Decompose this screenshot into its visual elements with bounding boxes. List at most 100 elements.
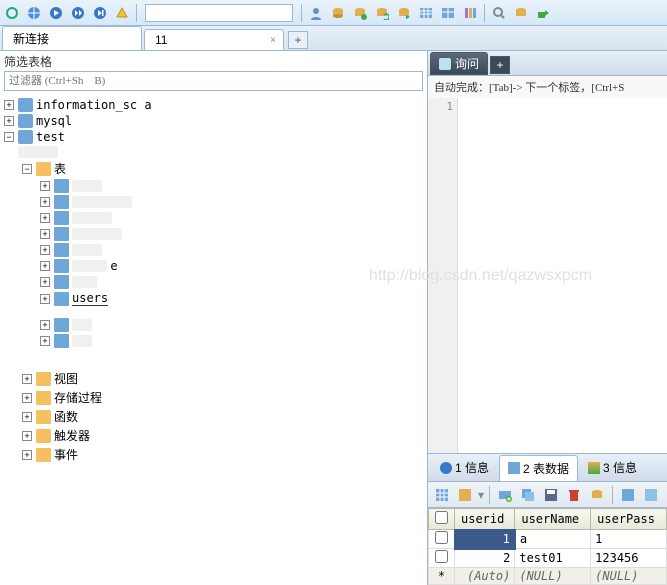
cell-username[interactable]: test01	[515, 549, 591, 568]
expand-icon[interactable]: +	[22, 431, 32, 441]
cell-userid[interactable]: 2	[455, 549, 515, 568]
delete-icon[interactable]	[564, 485, 584, 505]
columns-icon[interactable]	[460, 3, 480, 23]
tab-add-button[interactable]: +	[288, 31, 308, 49]
expand-icon[interactable]: +	[40, 197, 50, 207]
expand-icon[interactable]: +	[40, 336, 50, 346]
tree-folder-procs[interactable]: +存储过程	[0, 388, 427, 407]
table2-icon[interactable]	[438, 3, 458, 23]
fastforward-icon[interactable]	[68, 3, 88, 23]
expand-icon[interactable]: +	[22, 393, 32, 403]
cell-username[interactable]: (NULL)	[515, 568, 591, 585]
warning-icon[interactable]	[112, 3, 132, 23]
expand-icon[interactable]: +	[40, 181, 50, 191]
cell-userid[interactable]: 1	[455, 530, 515, 549]
collapse-icon[interactable]: −	[4, 132, 14, 142]
cell-userpass[interactable]: (NULL)	[591, 568, 667, 585]
query-tab[interactable]: 询问	[430, 52, 488, 75]
tree-db-item[interactable]: −test	[0, 129, 427, 145]
grid-new-row[interactable]: * (Auto) (NULL) (NULL)	[429, 568, 667, 585]
search-icon[interactable]	[489, 3, 509, 23]
play-icon[interactable]	[46, 3, 66, 23]
expand-icon[interactable]: +	[4, 100, 14, 110]
cell-userpass[interactable]: 123456	[591, 549, 667, 568]
table-icon[interactable]	[416, 3, 436, 23]
grid-view-icon[interactable]	[432, 485, 452, 505]
tree-folder-views[interactable]: +视图	[0, 369, 427, 388]
grid-icon[interactable]	[618, 485, 638, 505]
query-tab-add[interactable]: +	[490, 56, 510, 74]
expand-icon[interactable]: +	[22, 450, 32, 460]
column-header[interactable]: userid	[455, 509, 515, 530]
cell-userpass[interactable]: 1	[591, 530, 667, 549]
db-icon[interactable]	[328, 3, 348, 23]
filter-icon[interactable]	[641, 485, 661, 505]
row-checkbox-cell[interactable]	[429, 530, 455, 549]
tree-table-item[interactable]: +	[0, 333, 427, 349]
tree-item[interactable]: +	[0, 145, 427, 159]
expand-icon[interactable]: +	[22, 412, 32, 422]
tree-folder-funcs[interactable]: +函数	[0, 407, 427, 426]
result-tab-data[interactable]: 2 表数据	[499, 455, 578, 481]
tree-table-item[interactable]: +	[0, 210, 427, 226]
tree-table-item[interactable]: +	[0, 194, 427, 210]
cell-userid[interactable]: (Auto)	[455, 568, 515, 585]
export-icon[interactable]	[533, 3, 553, 23]
expand-icon[interactable]: +	[40, 277, 50, 287]
step-icon[interactable]	[90, 3, 110, 23]
expand-icon[interactable]: +	[40, 320, 50, 330]
toolbar-input[interactable]	[145, 4, 293, 22]
close-icon[interactable]: ×	[267, 35, 279, 47]
expand-icon[interactable]: +	[40, 261, 50, 271]
user-icon[interactable]	[306, 3, 326, 23]
object-tree[interactable]: +information_sc a +mysql −test + −表 + + …	[0, 93, 427, 585]
tree-table-item[interactable]: +	[0, 178, 427, 194]
column-header[interactable]: userPass	[591, 509, 667, 530]
row-checkbox-cell[interactable]	[429, 549, 455, 568]
tree-folder-events[interactable]: +事件	[0, 445, 427, 464]
db-play-icon[interactable]	[394, 3, 414, 23]
expand-icon[interactable]: +	[40, 213, 50, 223]
globe-icon[interactable]	[24, 3, 44, 23]
tree-table-users[interactable]: +users	[0, 290, 427, 307]
data-grid[interactable]: userid userName userPass 1 a 1 2 test01 …	[428, 508, 667, 585]
tree-folder-tables[interactable]: −表	[0, 159, 427, 178]
tree-table-item[interactable]: +	[0, 242, 427, 258]
db-tool-icon[interactable]	[511, 3, 531, 23]
duplicate-icon[interactable]	[518, 485, 538, 505]
expand-icon[interactable]: +	[40, 229, 50, 239]
db-add-icon[interactable]	[350, 3, 370, 23]
tree-table-item[interactable]: +	[0, 274, 427, 290]
grid-row[interactable]: 2 test01 123456	[429, 549, 667, 568]
sql-editor[interactable]: 1 http://blog.csdn.net/qazwsxpcm	[428, 98, 667, 454]
checkbox-header[interactable]	[429, 509, 455, 530]
tree-table-item[interactable]: + e	[0, 258, 427, 274]
refresh-icon[interactable]	[587, 485, 607, 505]
result-tab-info2[interactable]: 3 信息	[580, 455, 645, 480]
select-all-checkbox[interactable]	[435, 511, 448, 524]
tree-table-item[interactable]: +	[0, 317, 427, 333]
result-tab-info[interactable]: 1 信息	[432, 455, 497, 480]
collapse-icon[interactable]: −	[22, 164, 32, 174]
grid-row[interactable]: 1 a 1	[429, 530, 667, 549]
row-checkbox[interactable]	[435, 550, 448, 563]
tree-db-item[interactable]: +information_sc a	[0, 97, 427, 113]
add-row-icon[interactable]	[495, 485, 515, 505]
filter-input[interactable]	[4, 71, 423, 91]
cell-username[interactable]: a	[515, 530, 591, 549]
tree-folder-triggers[interactable]: +触发器	[0, 426, 427, 445]
row-checkbox[interactable]	[435, 531, 448, 544]
save-icon[interactable]	[541, 485, 561, 505]
form-view-icon[interactable]	[455, 485, 475, 505]
tree-table-item[interactable]: +	[0, 226, 427, 242]
expand-icon[interactable]: +	[40, 245, 50, 255]
tab-query[interactable]: 11×	[144, 29, 284, 50]
db-refresh-icon[interactable]	[372, 3, 392, 23]
column-header[interactable]: userName	[515, 509, 591, 530]
expand-icon[interactable]: +	[22, 374, 32, 384]
tab-connection[interactable]: 新连接	[2, 26, 142, 50]
tree-db-item[interactable]: +mysql	[0, 113, 427, 129]
refresh-icon[interactable]	[2, 3, 22, 23]
expand-icon[interactable]: +	[40, 294, 50, 304]
expand-icon[interactable]: +	[4, 116, 14, 126]
